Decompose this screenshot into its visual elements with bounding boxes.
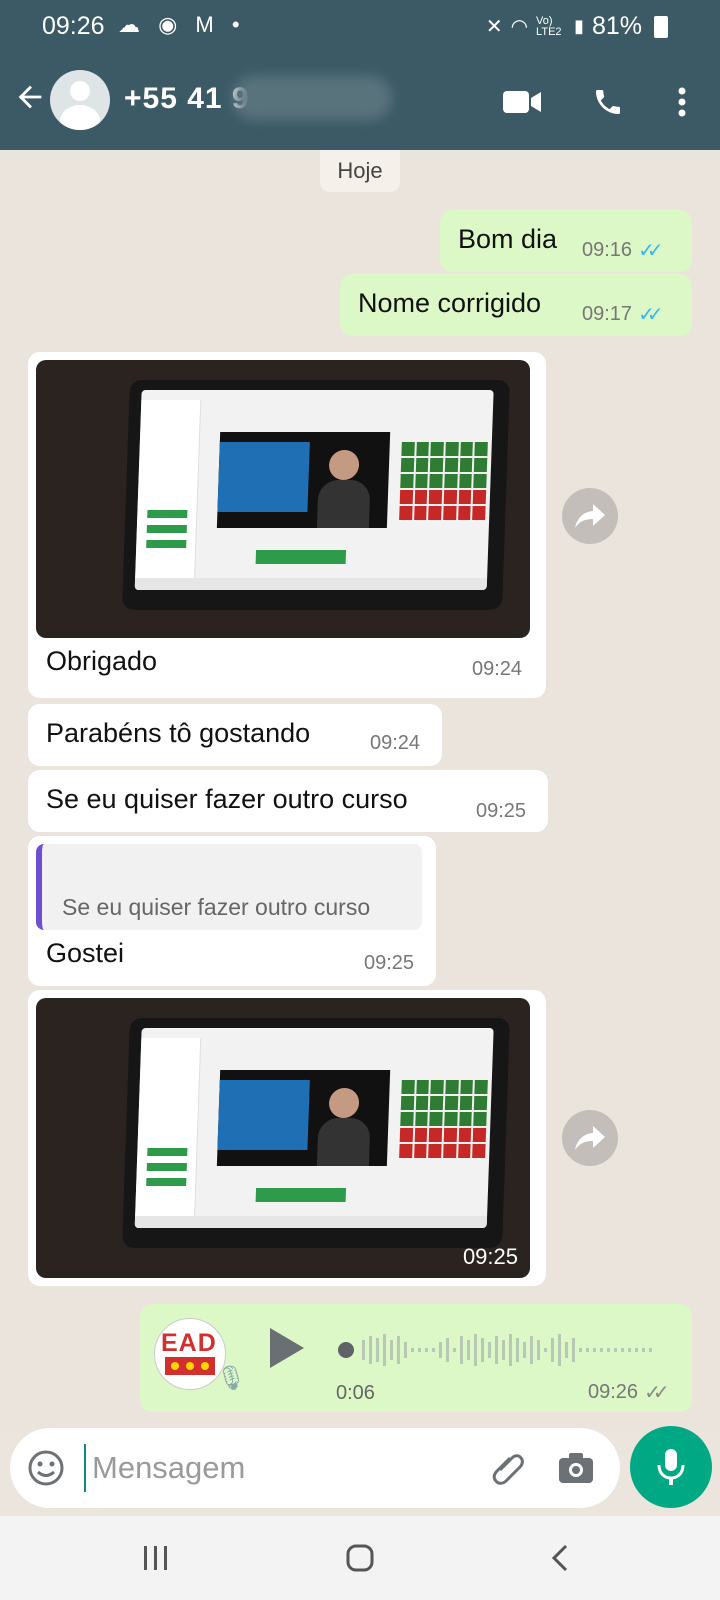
message-meta: 09:24 [472,658,522,681]
mic-icon: 🎙 [216,1365,247,1392]
image-time-overlay: 09:25 [462,1244,518,1269]
message-time: 09:25 [364,952,415,974]
sidebar-shape [134,1038,202,1228]
notification-icons: ☁ ◉ M • [118,12,246,37]
message-time: 09:24 [370,732,421,754]
status-time: 09:26 [42,12,105,40]
back-arrow-icon[interactable] [10,80,50,120]
image-message-incoming[interactable]: 09:25 [28,990,546,1286]
image-caption: Obrigado [46,646,158,676]
message-meta: 09:24 [370,732,420,755]
recents-icon[interactable] [136,1538,176,1578]
laptop-screen [134,390,494,590]
battery-icon [654,15,668,38]
video-call-icon[interactable] [500,80,544,124]
logo-text: EAD [161,1329,217,1357]
message-text: Se eu quiser fazer outro curso [46,784,408,814]
message-composer [10,1428,620,1508]
home-icon[interactable] [340,1538,380,1578]
voice-duration: 0:06 [336,1382,375,1404]
message-input[interactable] [84,1444,464,1492]
avatar-head-shape [70,81,90,101]
laptop-photo [121,380,511,610]
laptop-photo [121,1018,511,1248]
video-frame [216,432,391,528]
date-chip: Hoje [320,150,400,192]
mic-record-button[interactable] [630,1426,712,1508]
delivered-ticks-icon: ✓✓ [644,1382,669,1404]
message-bubble-outgoing[interactable]: Nome corrigido 09:17 ✓✓ [340,274,692,336]
message-time: 09:16 [582,239,633,261]
contact-name-blur [232,76,392,120]
message-text: Nome corrigido [358,288,542,318]
status-right: ✕ ◠ Vo) LTE2 ▮ 81% [486,12,668,41]
attach-icon[interactable] [488,1448,528,1488]
message-text: Bom dia [458,224,558,254]
lesson-grid [399,442,488,520]
message-meta: 09:16 ✓✓ [582,238,663,263]
video-frame [216,1070,391,1166]
contact-name[interactable]: +55 41 9 [124,82,250,116]
mute-icon: ✕ [485,16,503,38]
battery-level: 81% [591,12,642,40]
message-meta: 09:17 ✓✓ [582,302,663,327]
message-bubble-outgoing[interactable]: Bom dia 09:16 ✓✓ [440,210,692,272]
read-ticks-icon: ✓✓ [638,304,663,326]
image-preview[interactable] [36,360,530,638]
message-time: 09:17 [582,303,633,325]
mic-icon [657,1449,685,1485]
forward-icon[interactable] [562,1110,618,1166]
chat-header: +55 41 9 [0,60,720,150]
status-bar: 09:26 ☁ ◉ M • ✕ ◠ Vo) LTE2 ▮ 81% [0,0,720,52]
camera-icon[interactable] [556,1448,596,1488]
chat-area[interactable]: Hoje Bom dia 09:16 ✓✓ Nome corrigido 09:… [0,150,720,1430]
back-nav-icon[interactable] [540,1538,580,1578]
more-vert-icon[interactable] [660,80,704,124]
message-meta: 09:25 [476,800,526,823]
avatar[interactable] [50,70,110,130]
laptop-screen [134,1028,494,1228]
message-bubble-incoming[interactable]: Parabéns tô gostando 09:24 [28,704,442,766]
message-text: Parabéns tô gostando [46,718,311,748]
lesson-grid [399,1080,488,1158]
image-message-incoming[interactable]: Obrigado 09:24 [28,352,546,698]
voice-waveform[interactable] [338,1332,668,1368]
quoted-message[interactable]: Se eu quiser fazer outro curso [36,844,422,930]
avatar-body-shape [60,105,100,130]
message-meta: 09:26 ✓✓ [588,1380,669,1405]
message-time: 09:26 [588,1381,639,1403]
image-preview[interactable]: 09:25 [36,998,530,1278]
network-label: Vo) LTE2 [536,14,562,38]
top-bar: 09:26 ☁ ◉ M • ✕ ◠ Vo) LTE2 ▮ 81% +55 41 … [0,0,720,150]
phone-icon[interactable] [586,80,630,124]
sidebar-shape [134,400,202,590]
wifi-icon: ◠ [510,16,529,38]
emoji-icon[interactable] [26,1448,66,1488]
message-meta: 09:25 [364,952,414,975]
voice-message-outgoing[interactable]: EAD 🎙 0:06 09:26 ✓✓ [140,1304,692,1412]
message-text: Gostei [46,938,125,968]
logo-strip [165,1357,215,1375]
signal-icon: ▮ [574,16,584,36]
system-nav-bar [0,1516,720,1600]
reply-message-incoming[interactable]: Se eu quiser fazer outro curso Gostei 09… [28,836,436,986]
message-time: 09:24 [472,658,523,680]
read-ticks-icon: ✓✓ [638,240,663,262]
message-bubble-incoming[interactable]: Se eu quiser fazer outro curso 09:25 [28,770,548,832]
play-icon[interactable] [270,1328,304,1368]
message-time: 09:25 [476,800,527,822]
quoted-text: Se eu quiser fazer outro curso [62,894,371,920]
forward-icon[interactable] [562,488,618,544]
